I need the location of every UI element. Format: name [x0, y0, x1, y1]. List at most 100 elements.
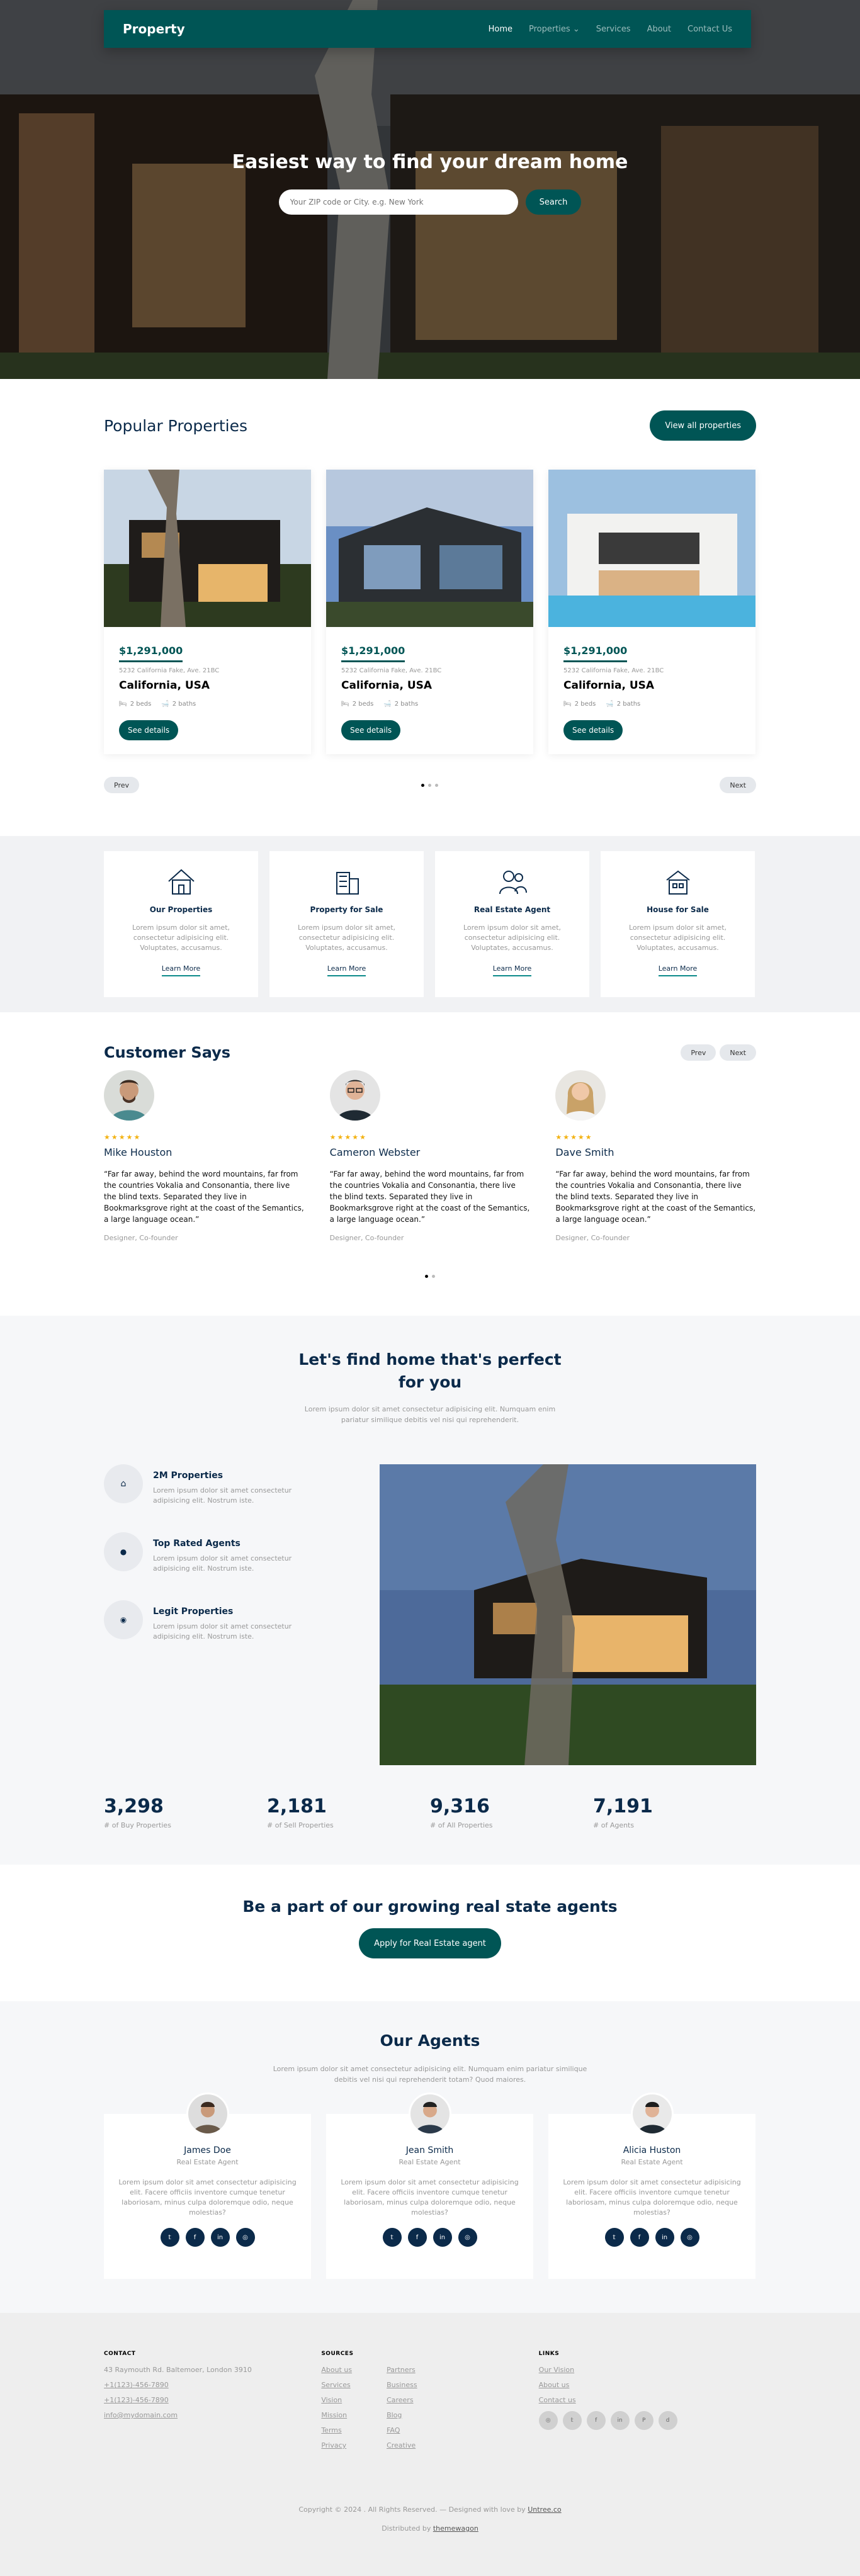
zip-search-input[interactable] [278, 189, 518, 215]
footer-link[interactable]: Terms [321, 2426, 352, 2434]
learn-more-link[interactable]: Learn More [492, 964, 532, 976]
designer-link[interactable]: Untree.co [528, 2505, 561, 2514]
footer-link[interactable]: Careers [387, 2396, 417, 2404]
linkedin-icon[interactable]: in [433, 2228, 452, 2247]
footer-link[interactable]: FAQ [387, 2426, 417, 2434]
baths-count: 2 baths [394, 701, 419, 708]
search-button[interactable]: Search [525, 189, 582, 215]
footer-link[interactable]: Our Vision [539, 2366, 756, 2374]
prev-button[interactable]: Prev [104, 777, 139, 793]
footer-link[interactable]: About us [321, 2366, 352, 2374]
site-logo[interactable]: Property [123, 21, 185, 37]
beds-count: 2 beds [130, 701, 152, 708]
instagram-icon[interactable]: ◎ [538, 2411, 558, 2430]
facebook-icon[interactable]: f [185, 2228, 205, 2247]
testimonials-section: Customer Says Prev Next ★★★★★ Mike Houst… [0, 1012, 860, 1316]
facebook-icon[interactable]: f [630, 2228, 649, 2247]
testimonial-name: Cameron Webster [329, 1146, 421, 1158]
slider-dot[interactable] [421, 783, 424, 787]
footer-link[interactable]: Vision [321, 2396, 352, 2404]
property-card: $1,291,000 5232 California Fake, Ave. 21… [104, 470, 311, 754]
baths-count: 2 baths [616, 701, 641, 708]
house-icon [167, 869, 195, 895]
twitter-icon[interactable]: 𝕥 [604, 2228, 624, 2247]
bath-icon: 🛁 [606, 701, 614, 708]
agent-text: Lorem ipsum dolor sit amet consectetur a… [563, 2178, 741, 2217]
footer-link[interactable]: Services [321, 2381, 352, 2389]
feature-text: Lorem ipsum dolor sit amet, consectetur … [132, 924, 230, 952]
twitter-icon[interactable]: 𝕥 [562, 2411, 582, 2430]
feature-text: Lorem ipsum dolor sit amet, consectetur … [628, 924, 727, 952]
facebook-icon[interactable]: f [407, 2228, 427, 2247]
learn-more-link[interactable]: Learn More [327, 964, 366, 976]
distributor-link[interactable]: themewagon [433, 2524, 478, 2533]
nav-properties[interactable]: Properties ⌄ [529, 25, 580, 34]
property-address: 5232 California Fake, Ave. 21BC [119, 667, 220, 674]
agent-card: James Doe Real Estate Agent Lorem ipsum … [104, 2093, 311, 2279]
testimonial-next-button[interactable]: Next [720, 1044, 756, 1061]
next-button[interactable]: Next [720, 777, 756, 793]
slider-dot[interactable] [432, 1275, 435, 1278]
footer-link[interactable]: About us [539, 2381, 756, 2389]
instagram-icon[interactable]: ◎ [458, 2228, 477, 2247]
dribbble-icon[interactable]: d [658, 2411, 677, 2430]
footer-phone[interactable]: +1(123)-456-7890 [104, 2396, 321, 2404]
linkedin-icon[interactable]: in [610, 2411, 630, 2430]
linkedin-icon[interactable]: in [655, 2228, 674, 2247]
footer-link[interactable]: Mission [321, 2411, 352, 2419]
footer-link[interactable]: Business [387, 2381, 417, 2389]
see-details-button[interactable]: See details [563, 720, 623, 740]
see-details-button[interactable]: See details [119, 720, 179, 740]
learn-more-link[interactable]: Learn More [161, 964, 201, 976]
pinterest-icon[interactable]: P [634, 2411, 653, 2430]
slider-dots [421, 783, 438, 787]
feature-title: House for Sale [647, 905, 709, 914]
footer-contact: CONTACT 43 Raymouth Rd. Baltemoer, Londo… [104, 2351, 321, 2456]
instagram-icon[interactable]: ◎ [235, 2228, 255, 2247]
twitter-icon[interactable]: 𝕥 [160, 2228, 179, 2247]
instagram-icon[interactable]: ◎ [680, 2228, 699, 2247]
property-image[interactable] [548, 470, 755, 627]
footer-email[interactable]: info@mydomain.com [104, 2411, 321, 2419]
find-home-subtitle: Lorem ipsum dolor sit amet consectetur a… [304, 1405, 556, 1424]
see-details-button[interactable]: See details [341, 720, 401, 740]
footer-link[interactable]: Partners [387, 2366, 417, 2374]
learn-more-link[interactable]: Learn More [658, 964, 698, 976]
distributed-text: Distributed by [382, 2524, 431, 2533]
nav-services[interactable]: Services [596, 25, 631, 34]
feature-card: Real Estate Agent Lorem ipsum dolor sit … [435, 851, 589, 997]
footer-heading: CONTACT [104, 2351, 136, 2357]
footer-phone[interactable]: +1(123)-456-7890 [104, 2381, 321, 2389]
footer-link[interactable]: Creative [387, 2441, 417, 2449]
list-item-title: Top Rated Agents [153, 1539, 240, 1549]
cta-section: Be a part of our growing real state agen… [0, 1865, 860, 2001]
slider-dot[interactable] [427, 783, 431, 787]
list-item-text: Lorem ipsum dolor sit amet consectetur a… [153, 1486, 292, 1505]
apply-agent-button[interactable]: Apply for Real Estate agent [359, 1928, 501, 1958]
hero-section: Property Home Properties ⌄ Services Abou… [0, 0, 860, 379]
property-image[interactable] [326, 470, 533, 627]
twitter-icon[interactable]: 𝕥 [382, 2228, 402, 2247]
copyright-text: Copyright © 2024 . All Rights Reserved. … [298, 2505, 526, 2514]
nav-about[interactable]: About [647, 25, 671, 34]
view-all-properties-button[interactable]: View all properties [650, 410, 756, 441]
property-image[interactable] [104, 470, 311, 627]
linkedin-icon[interactable]: in [210, 2228, 230, 2247]
person-icon: ● [120, 1547, 127, 1556]
footer-link[interactable]: Blog [387, 2411, 417, 2419]
testimonial-prev-button[interactable]: Prev [681, 1044, 716, 1061]
nav-home[interactable]: Home [489, 25, 512, 34]
footer-link[interactable]: Privacy [321, 2441, 352, 2449]
slider-dot[interactable] [434, 783, 438, 787]
list-item-text: Lorem ipsum dolor sit amet consectetur a… [153, 1622, 292, 1641]
property-address: 5232 California Fake, Ave. 21BC [563, 667, 664, 674]
facebook-icon[interactable]: f [586, 2411, 606, 2430]
popular-title: Popular Properties [104, 416, 248, 435]
slider-dot[interactable] [425, 1275, 428, 1278]
property-price: $1,291,000 [563, 645, 628, 662]
stat-label: # of Sell Properties [267, 1821, 334, 1829]
list-item: ◉ Legit Properties Lorem ipsum dolor sit… [104, 1600, 305, 1642]
nav-contact[interactable]: Contact Us [687, 25, 732, 34]
footer-link[interactable]: Contact us [539, 2396, 756, 2404]
avatar [630, 2093, 674, 2135]
